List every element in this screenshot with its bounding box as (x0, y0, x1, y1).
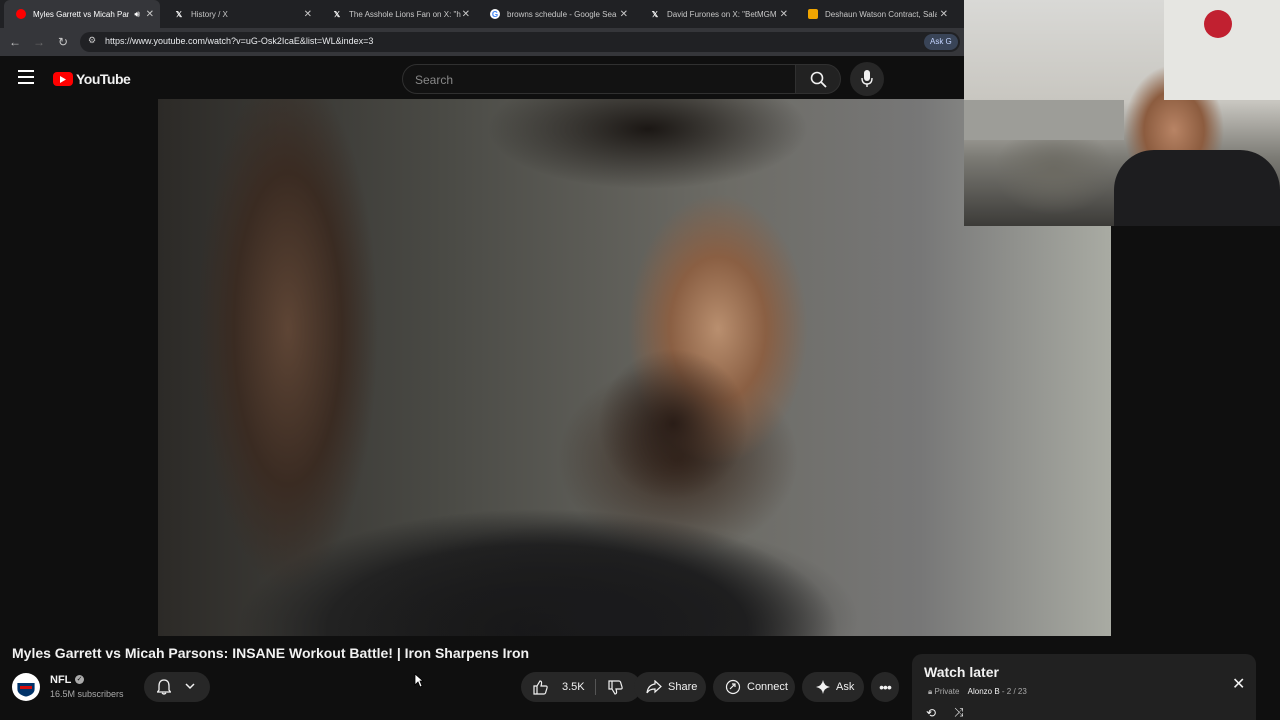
like-dislike-bar: 3.5K (521, 672, 641, 702)
x-icon: 𝕏 (651, 9, 659, 19)
more-actions-button[interactable]: ••• (871, 672, 899, 702)
ask-google-label: Ask G (930, 37, 952, 46)
search-input[interactable]: Search (402, 64, 796, 94)
video-frame-beard (598, 349, 748, 499)
url-text: https://www.youtube.com/watch?v=uG-Osk2I… (105, 36, 374, 46)
shuffle-icon[interactable]: ⤨ (954, 705, 964, 720)
close-playlist-icon[interactable]: ✕ (1232, 674, 1245, 694)
tab-title: The Asshole Lions Fan on X: "h (349, 9, 461, 19)
mouse-cursor-icon (414, 673, 424, 688)
forward-arrow-icon[interactable]: → (32, 35, 46, 49)
site-info-icon[interactable]: ⚙︎ (88, 35, 96, 46)
voice-search-button[interactable] (850, 62, 884, 96)
reload-icon[interactable]: ↻ (56, 35, 70, 49)
youtube-play-icon (53, 72, 73, 86)
thumbs-up-icon (533, 679, 548, 695)
spotrac-icon (808, 9, 818, 19)
video-title: Myles Garrett vs Micah Parsons: INSANE W… (12, 645, 530, 661)
youtube-logo-text: YouTube (76, 71, 131, 87)
video-frame-shirt (358, 499, 858, 636)
share-label: Share (668, 681, 698, 693)
tab-title: David Furones on X: "BetMGM (667, 9, 777, 19)
nfl-shield-icon (16, 677, 36, 698)
subscription-bell-button[interactable] (144, 672, 210, 702)
link-icon (725, 679, 741, 695)
share-arrow-icon (646, 680, 662, 694)
search-icon (810, 71, 827, 88)
like-divider (595, 679, 596, 695)
playlist-position: 2 / 23 (1006, 687, 1027, 696)
close-tab-icon[interactable]: ✕ (146, 9, 154, 20)
x-icon: 𝕏 (175, 9, 183, 19)
connect-button[interactable]: Connect (713, 672, 795, 702)
subscriber-count: 16.5M subscribers (50, 689, 124, 699)
playlist-owner[interactable]: Alonzo B (968, 687, 1000, 696)
microphone-icon (861, 70, 873, 87)
tab-history-x[interactable]: 𝕏 History / X ✕ (162, 0, 318, 28)
channel-name[interactable]: NFL (50, 674, 71, 686)
speaker-icon[interactable]: 🔊︎ (134, 9, 140, 20)
close-tab-icon[interactable]: ✕ (620, 9, 628, 20)
tab-deshaun-watson-contract[interactable]: Deshaun Watson Contract, Sala ✕ (796, 0, 954, 28)
playlist-meta: 🔒︎ Private Alonzo B - 2 / 23 (928, 687, 1027, 696)
like-button[interactable]: 3.5K (521, 672, 593, 702)
playlist-title[interactable]: Watch later (924, 664, 999, 680)
youtube-logo[interactable]: YouTube (53, 71, 131, 87)
playlist-privacy: Private (934, 687, 960, 696)
video-frame-hair (488, 99, 808, 209)
search-button[interactable] (795, 64, 841, 94)
share-button[interactable]: Share (634, 672, 706, 702)
tab-title: History / X (191, 9, 228, 19)
tab-google-search[interactable]: G browns schedule - Google Sea ✕ (478, 0, 634, 28)
ask-label: Ask (836, 681, 855, 693)
tab-lions-fan-x[interactable]: 𝕏 The Asshole Lions Fan on X: "h ✕ (320, 0, 476, 28)
tab-title: browns schedule - Google Sea (507, 9, 617, 19)
x-icon: 𝕏 (333, 9, 341, 19)
youtube-favicon-icon (16, 9, 26, 19)
tab-title: Myles Garrett vs Micah Parsons (33, 9, 129, 19)
webcam-window (964, 100, 1124, 140)
search-placeholder: Search (415, 73, 454, 87)
ask-button[interactable]: Ask (802, 672, 864, 702)
close-tab-icon[interactable]: ✕ (462, 9, 470, 20)
thumbs-down-icon (608, 680, 623, 695)
hamburger-menu-icon[interactable] (18, 70, 34, 84)
tab-david-furones-x[interactable]: 𝕏 David Furones on X: "BetMGM ✕ (638, 0, 794, 28)
ask-google-button[interactable]: Ask G (924, 34, 958, 50)
close-tab-icon[interactable]: ✕ (780, 9, 788, 20)
streamer-webcam (964, 0, 1280, 226)
more-horizontal-icon: ••• (879, 679, 892, 695)
back-arrow-icon[interactable]: ← (8, 35, 22, 49)
close-tab-icon[interactable]: ✕ (940, 9, 948, 20)
url-field[interactable]: ⚙︎ https://www.youtube.com/watch?v=uG-Os… (80, 32, 960, 52)
connect-label: Connect (747, 681, 788, 693)
channel-avatar[interactable] (12, 673, 40, 701)
bell-icon (157, 679, 171, 695)
tab-title: Deshaun Watson Contract, Sala (825, 9, 937, 19)
webcam-red-hat (1204, 10, 1232, 38)
sparkle-icon (816, 680, 830, 694)
verified-check-icon: ✓ (75, 675, 84, 684)
webcam-person-shirt (1114, 150, 1280, 226)
close-tab-icon[interactable]: ✕ (304, 9, 312, 20)
tab-youtube-video[interactable]: Myles Garrett vs Micah Parsons 🔊︎ ✕ (4, 0, 160, 28)
google-icon: G (490, 9, 500, 19)
lock-icon: 🔒︎ (928, 687, 933, 696)
chevron-down-icon (185, 683, 195, 690)
like-count: 3.5K (562, 681, 585, 693)
loop-icon[interactable]: ⟲ (926, 706, 936, 720)
